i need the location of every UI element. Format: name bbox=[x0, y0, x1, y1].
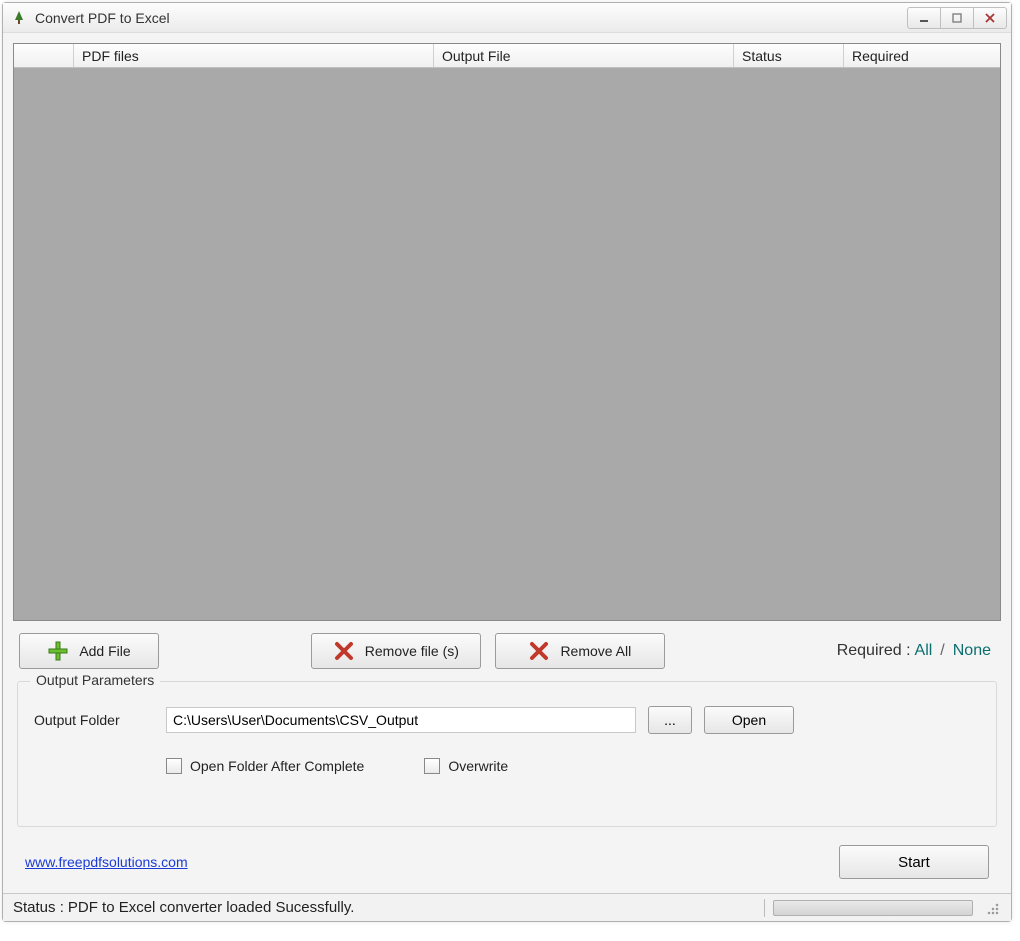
checkbox-row: Open Folder After Complete Overwrite bbox=[34, 758, 980, 774]
website-link[interactable]: www.freepdfsolutions.com bbox=[25, 854, 188, 870]
required-all-link[interactable]: All bbox=[915, 642, 933, 660]
plus-icon bbox=[47, 640, 69, 662]
status-bar: Status : PDF to Excel converter loaded S… bbox=[3, 893, 1011, 921]
output-folder-row: Output Folder ... Open bbox=[34, 706, 980, 734]
x-icon bbox=[333, 640, 355, 662]
minimize-button[interactable] bbox=[907, 7, 941, 29]
window-controls bbox=[908, 7, 1007, 29]
checkbox-icon bbox=[424, 758, 440, 774]
statusbar-separator bbox=[764, 899, 765, 917]
add-file-label: Add File bbox=[79, 643, 130, 659]
maximize-button[interactable] bbox=[940, 7, 974, 29]
overwrite-checkbox[interactable]: Overwrite bbox=[424, 758, 508, 774]
overwrite-label: Overwrite bbox=[448, 758, 508, 774]
x-icon bbox=[528, 640, 550, 662]
add-file-button[interactable]: Add File bbox=[19, 633, 159, 669]
output-parameters-group: Output Parameters Output Folder ... Open… bbox=[17, 681, 997, 827]
remove-all-button[interactable]: Remove All bbox=[495, 633, 665, 669]
output-folder-label: Output Folder bbox=[34, 712, 154, 728]
grid-header: PDF files Output File Status Required bbox=[14, 44, 1000, 68]
action-button-row: Add File Remove file (s) Remove All Requ… bbox=[13, 621, 1001, 677]
required-none-link[interactable]: None bbox=[953, 642, 991, 660]
output-parameters-title: Output Parameters bbox=[30, 672, 160, 688]
remove-all-label: Remove All bbox=[560, 643, 631, 659]
resize-grip-icon[interactable] bbox=[983, 899, 1001, 917]
open-after-complete-checkbox[interactable]: Open Folder After Complete bbox=[166, 758, 364, 774]
checkbox-icon bbox=[166, 758, 182, 774]
window-title: Convert PDF to Excel bbox=[35, 10, 170, 26]
app-window: Convert PDF to Excel PDF files Output Fi… bbox=[2, 2, 1012, 922]
required-separator: / bbox=[940, 642, 944, 660]
title-bar[interactable]: Convert PDF to Excel bbox=[3, 3, 1011, 33]
required-label: Required : bbox=[837, 642, 911, 660]
open-folder-button[interactable]: Open bbox=[704, 706, 794, 734]
remove-file-label: Remove file (s) bbox=[365, 643, 459, 659]
remove-file-button[interactable]: Remove file (s) bbox=[311, 633, 481, 669]
column-status[interactable]: Status bbox=[734, 44, 844, 67]
file-grid[interactable]: PDF files Output File Status Required bbox=[13, 43, 1001, 621]
start-button[interactable]: Start bbox=[839, 845, 989, 879]
open-after-label: Open Folder After Complete bbox=[190, 758, 364, 774]
status-label: Status : bbox=[13, 899, 64, 916]
column-required[interactable]: Required bbox=[844, 44, 1000, 67]
browse-button[interactable]: ... bbox=[648, 706, 692, 734]
output-folder-input[interactable] bbox=[166, 707, 636, 733]
grid-row-header[interactable] bbox=[14, 44, 74, 67]
bottom-row: www.freepdfsolutions.com Start bbox=[13, 835, 1001, 893]
column-pdf-files[interactable]: PDF files bbox=[74, 44, 434, 67]
grid-body[interactable] bbox=[14, 68, 1000, 620]
progress-bar bbox=[773, 900, 973, 916]
client-area: PDF files Output File Status Required Ad… bbox=[3, 33, 1011, 893]
close-button[interactable] bbox=[973, 7, 1007, 29]
column-output-file[interactable]: Output File bbox=[434, 44, 734, 67]
app-icon bbox=[11, 10, 27, 26]
status-text: PDF to Excel converter loaded Sucessfull… bbox=[68, 899, 756, 916]
